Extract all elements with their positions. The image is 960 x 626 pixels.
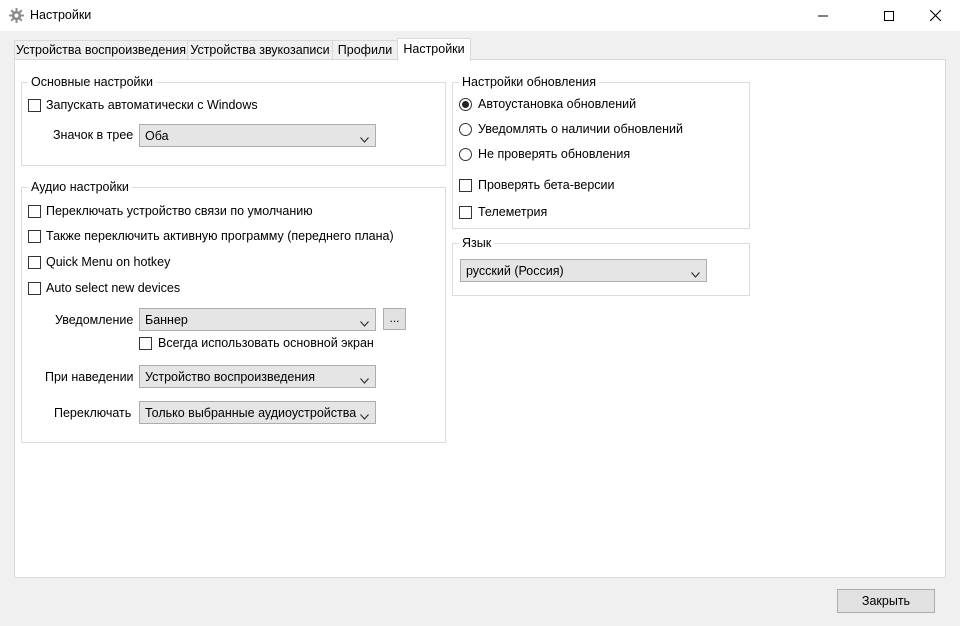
close-window-button[interactable] xyxy=(912,0,958,31)
notify-updates-label[interactable]: Уведомлять о наличии обновлений xyxy=(478,122,683,136)
foreground-app-label[interactable]: Также переключить активную программу (пе… xyxy=(46,229,394,243)
language-value: русский (Россия) xyxy=(466,264,564,278)
beta-label[interactable]: Проверять бета-версии xyxy=(478,178,615,192)
notification-more-button[interactable]: ... xyxy=(383,308,406,330)
tray-icon-select[interactable]: Оба xyxy=(139,124,376,147)
tab-profiles[interactable]: Профили xyxy=(332,40,398,60)
tab-recording-devices[interactable]: Устройства звукозаписи xyxy=(187,40,333,60)
auto-select-label[interactable]: Auto select new devices xyxy=(46,281,180,295)
switch-label: Переключать xyxy=(54,406,132,420)
update-settings-title: Настройки обновления xyxy=(459,75,599,89)
gear-icon xyxy=(9,8,24,23)
settings-page: Основные настройки Запускать автоматичес… xyxy=(14,59,946,578)
no-check-label[interactable]: Не проверять обновления xyxy=(478,147,630,161)
close-button[interactable]: Закрыть xyxy=(837,589,935,613)
foreground-app-checkbox[interactable] xyxy=(28,230,41,243)
default-comm-device-label[interactable]: Переключать устройство связи по умолчани… xyxy=(46,204,313,218)
switch-select[interactable]: Только выбранные аудиоустройства xyxy=(139,401,376,424)
tab-playback-devices[interactable]: Устройства воспроизведения xyxy=(14,40,188,60)
on-hover-label: При наведении xyxy=(45,370,134,384)
telemetry-label[interactable]: Телеметрия xyxy=(478,205,547,219)
chevron-down-icon xyxy=(360,373,369,384)
quick-menu-checkbox[interactable] xyxy=(28,256,41,269)
auto-install-label[interactable]: Автоустановка обновлений xyxy=(478,97,636,111)
update-settings-group: Настройки обновления Автоустановка обнов… xyxy=(452,75,750,229)
basic-settings-group: Основные настройки Запускать автоматичес… xyxy=(21,75,446,166)
on-hover-select[interactable]: Устройство воспроизведения xyxy=(139,365,376,388)
tab-settings[interactable]: Настройки xyxy=(397,38,471,61)
autostart-label[interactable]: Запускать автоматически с Windows xyxy=(46,98,258,112)
notification-select[interactable]: Баннер xyxy=(139,308,376,331)
autostart-checkbox[interactable] xyxy=(28,99,41,112)
tray-icon-value: Оба xyxy=(145,129,169,143)
chevron-down-icon xyxy=(691,267,700,278)
on-hover-value: Устройство воспроизведения xyxy=(145,370,316,384)
maximize-icon xyxy=(884,10,894,21)
telemetry-checkbox[interactable] xyxy=(459,206,472,219)
notification-value: Баннер xyxy=(145,313,188,327)
notify-updates-radio[interactable] xyxy=(459,123,472,136)
notification-label: Уведомление xyxy=(55,313,134,327)
no-check-radio[interactable] xyxy=(459,148,472,161)
chevron-down-icon xyxy=(360,409,369,420)
chevron-down-icon xyxy=(360,132,369,143)
minimize-icon xyxy=(818,11,828,21)
quick-menu-label[interactable]: Quick Menu on hotkey xyxy=(46,255,170,269)
close-icon xyxy=(929,10,941,21)
beta-checkbox[interactable] xyxy=(459,179,472,192)
language-select[interactable]: русский (Россия) xyxy=(460,259,707,282)
auto-install-radio[interactable] xyxy=(459,98,472,111)
basic-settings-title: Основные настройки xyxy=(28,75,156,89)
audio-settings-group: Аудио настройки Переключать устройство с… xyxy=(21,180,446,443)
window-title: Настройки xyxy=(30,8,92,22)
minimize-button[interactable] xyxy=(800,0,846,31)
language-group: Язык русский (Россия) xyxy=(452,236,750,296)
primary-screen-checkbox[interactable] xyxy=(139,337,152,350)
switch-value: Только выбранные аудиоустройства xyxy=(145,406,357,420)
audio-settings-title: Аудио настройки xyxy=(28,180,132,194)
default-comm-device-checkbox[interactable] xyxy=(28,205,41,218)
title-bar: Настройки xyxy=(0,0,960,31)
primary-screen-label[interactable]: Всегда использовать основной экран xyxy=(158,336,374,350)
tray-icon-label: Значок в трее xyxy=(53,128,134,142)
maximize-button[interactable] xyxy=(866,0,912,31)
auto-select-checkbox[interactable] xyxy=(28,282,41,295)
language-title: Язык xyxy=(459,236,495,250)
chevron-down-icon xyxy=(360,316,369,327)
